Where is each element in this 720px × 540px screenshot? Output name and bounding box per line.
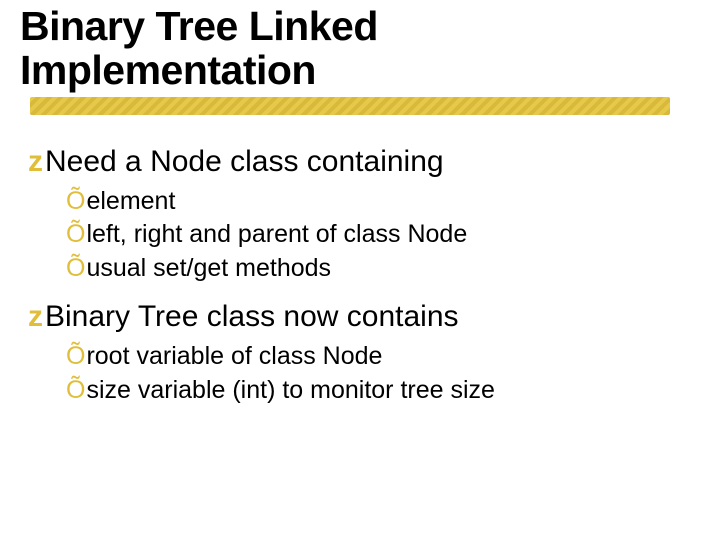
o-bullet-icon: Õ (66, 186, 85, 217)
bullet-level2: Õ size variable (int) to monitor tree si… (66, 375, 700, 406)
bullet-text: usual set/get methods (86, 253, 331, 284)
title-line-1: Binary Tree Linked (20, 3, 378, 49)
bullet-level2: Õ left, right and parent of class Node (66, 219, 700, 250)
bullet-level2: Õ element (66, 186, 700, 217)
bullet-level1: z Binary Tree class now contains (28, 298, 700, 336)
sub-bullet-group: Õ root variable of class Node Õ size var… (66, 341, 700, 406)
slide: Binary Tree Linked Implementation z Need… (0, 0, 720, 540)
slide-content: z Need a Node class containing Õ element… (20, 143, 700, 406)
sub-bullet-group: Õ element Õ left, right and parent of cl… (66, 186, 700, 284)
bullet-text: left, right and parent of class Node (86, 219, 467, 250)
bullet-text: size variable (int) to monitor tree size (86, 375, 494, 406)
bullet-level1: z Need a Node class containing (28, 143, 700, 181)
bullet-text: root variable of class Node (86, 341, 382, 372)
bullet-level2: Õ usual set/get methods (66, 253, 700, 284)
slide-title: Binary Tree Linked Implementation (20, 4, 700, 93)
o-bullet-icon: Õ (66, 375, 85, 406)
bullet-text: Need a Node class containing (45, 143, 444, 181)
bullet-text: element (86, 186, 175, 217)
z-bullet-icon: z (28, 302, 43, 332)
o-bullet-icon: Õ (66, 219, 85, 250)
z-bullet-icon: z (28, 147, 43, 177)
title-underline (30, 97, 670, 115)
o-bullet-icon: Õ (66, 253, 85, 284)
o-bullet-icon: Õ (66, 341, 85, 372)
bullet-text: Binary Tree class now contains (45, 298, 459, 336)
bullet-level2: Õ root variable of class Node (66, 341, 700, 372)
title-line-2: Implementation (20, 47, 316, 93)
